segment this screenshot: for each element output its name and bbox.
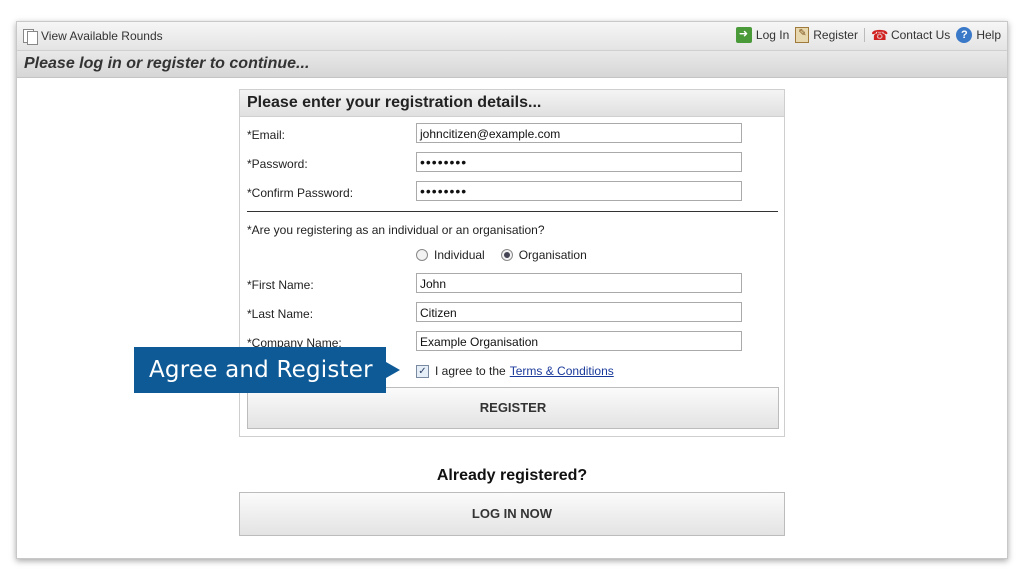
app-window: View Available Rounds Log In Register ☎ … [16, 21, 1008, 559]
password-label: *Password: [247, 157, 308, 171]
individual-label: Individual [434, 248, 485, 262]
login-icon [735, 27, 752, 43]
register-label: Register [813, 28, 858, 42]
agree-prefix: I agree to the [435, 364, 506, 378]
organisation-label: Organisation [518, 248, 587, 262]
nav-separator [863, 28, 865, 42]
register-link[interactable]: Register [795, 27, 858, 43]
last-name-field[interactable]: Citizen [416, 302, 742, 322]
log-in-now-button[interactable]: LOG IN NOW [239, 492, 785, 536]
top-nav-right: Log In Register ☎ Contact Us ? Help [735, 27, 1001, 43]
confirm-password-field[interactable]: •••••••• [416, 181, 742, 201]
page-subheader: Please log in or register to continue... [17, 51, 1007, 78]
terms-agreement: ✓ I agree to the Terms & Conditions [416, 364, 614, 378]
pages-icon [21, 28, 38, 45]
last-name-label: *Last Name: [247, 307, 314, 321]
registration-heading: Please enter your registration details..… [240, 90, 784, 117]
company-name-field[interactable]: Example Organisation [416, 331, 742, 351]
agree-register-callout: Agree and Register [134, 347, 400, 393]
login-label: Log In [755, 28, 790, 42]
terms-link[interactable]: Terms & Conditions [510, 364, 614, 378]
help-label: Help [976, 28, 1001, 42]
form-divider [247, 211, 778, 212]
login-link[interactable]: Log In [735, 27, 790, 43]
individual-radio[interactable] [416, 249, 428, 261]
agree-checkbox[interactable]: ✓ [416, 364, 429, 378]
register-icon [795, 27, 810, 43]
email-label: *Email: [247, 128, 286, 142]
contact-label: Contact Us [890, 28, 951, 42]
top-navigation-bar: View Available Rounds Log In Register ☎ … [17, 22, 1007, 51]
first-name-label: *First Name: [247, 278, 314, 292]
organisation-radio[interactable] [500, 249, 513, 261]
phone-icon: ☎ [870, 27, 889, 43]
already-registered-prompt: Already registered? [436, 467, 588, 484]
registrant-type-group: Individual Organisation [416, 248, 587, 262]
registrant-type-question: *Are you registering as an individual or… [247, 223, 545, 237]
register-button[interactable]: REGISTER [247, 387, 779, 429]
password-field[interactable]: •••••••• [416, 152, 742, 172]
view-rounds-label: View Available Rounds [41, 29, 163, 43]
email-field[interactable]: johncitizen@example.com [416, 123, 742, 143]
page-title: Please log in or register to continue... [24, 55, 310, 72]
help-icon: ? [956, 27, 973, 43]
confirm-password-label: *Confirm Password: [247, 186, 354, 200]
contact-link[interactable]: ☎ Contact Us [871, 27, 950, 43]
help-link[interactable]: ? Help [956, 27, 1001, 43]
view-rounds-link[interactable]: View Available Rounds [21, 28, 163, 45]
first-name-field[interactable]: John [416, 273, 742, 293]
